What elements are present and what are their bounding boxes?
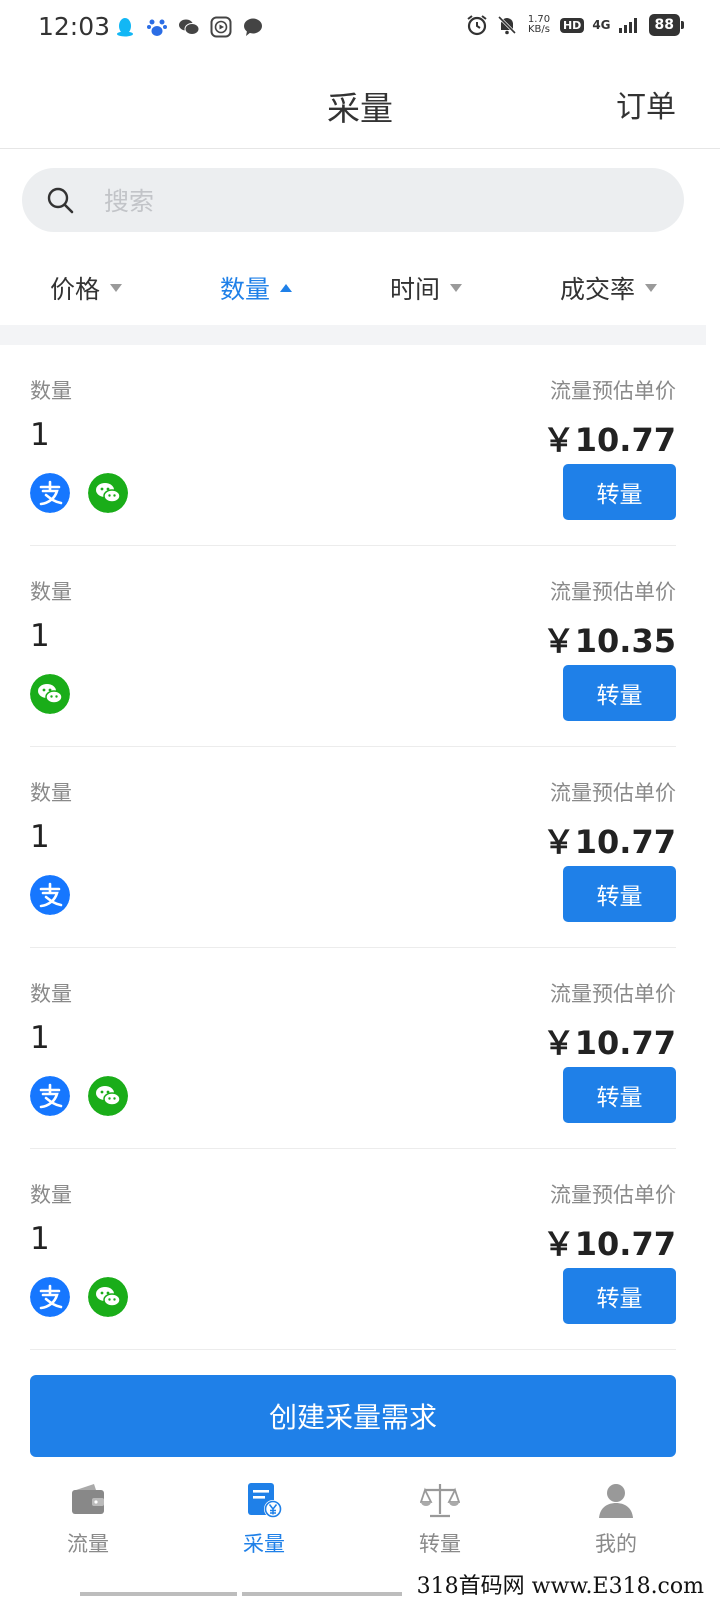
alarm-icon [467,15,487,36]
quantity-value: 1 [30,1020,50,1056]
quantity-label: 数量 [30,379,72,403]
sort-price-label: 价格 [50,275,101,304]
sort-quantity[interactable]: 数量 [220,270,293,306]
tab-traffic-label: 流量 [67,1532,109,1556]
net-speed-unit: KB/s [527,24,550,35]
signal-icon [618,18,637,33]
tab-purchase[interactable]: 采量 [194,1480,334,1558]
transfer-button[interactable]: 转量 [563,1067,676,1123]
tab-traffic[interactable]: 流量 [18,1480,158,1558]
caret-down-icon [110,284,123,292]
caret-down-icon [645,284,658,292]
quantity-label: 数量 [30,1183,72,1207]
search-input[interactable]: 搜索 [104,182,154,218]
transfer-button[interactable]: 转量 [563,464,676,520]
page-title: 采量 [327,89,393,128]
tab-mine-label: 我的 [595,1532,637,1556]
sort-quantity-label: 数量 [220,275,271,304]
person-icon [599,1484,633,1518]
price-value: ￥10.77 [542,1225,676,1263]
tab-transfer-label: 转量 [419,1532,461,1556]
price-label: 流量预估单价 [550,781,676,805]
transfer-button[interactable]: 转量 [563,665,676,721]
quantity-label: 数量 [30,580,72,604]
listing-row: 数量 1 流量预估单价 ￥10.77 转量 [30,747,676,948]
quantity-label: 数量 [30,781,72,805]
message-icon [244,18,262,36]
network-type: 4G [592,18,611,32]
section-divider [0,325,706,345]
sort-time-label: 时间 [390,275,441,304]
qq-icon [117,18,133,37]
transfer-button[interactable]: 转量 [563,866,676,922]
tab-mine[interactable]: 我的 [546,1480,686,1558]
alipay-icon [30,473,70,513]
mute-bell-icon [497,15,517,35]
price-label: 流量预估单价 [550,379,676,403]
create-purchase-request-button[interactable]: 创建采量需求 [30,1375,676,1457]
sort-deal-rate-label: 成交率 [560,275,636,304]
video-play-icon [210,16,232,38]
alipay-icon [30,1076,70,1116]
status-bar: 12:03 1.70 KB/s HD 4G 88 [0,0,720,56]
wechat-icon [30,674,70,714]
price-value: ￥10.35 [542,622,676,660]
listing-row: 数量 1 流量预估单价 ￥10.77 转量 [30,948,676,1149]
wallet-icon [72,1484,104,1514]
payment-methods [30,875,70,915]
battery-indicator: 88 [648,14,685,36]
sort-bar: 价格 数量 时间 成交率 [0,258,720,318]
caret-down-icon [450,284,463,292]
wechat-icon [88,1277,128,1317]
quantity-label: 数量 [30,982,72,1006]
payment-methods [30,674,70,714]
wechat-icon [88,473,128,513]
search-bar[interactable]: 搜索 [22,168,684,232]
listing-row: 数量 1 流量预估单价 ￥10.77 转量 [30,345,676,546]
payment-methods [30,1277,128,1317]
caret-up-icon [280,284,293,292]
listing-row: 数量 1 流量预估单价 ￥10.35 转量 [30,546,676,747]
orders-link[interactable]: 订单 [616,82,676,126]
wechat-icon [88,1076,128,1116]
notification-icons [114,16,264,38]
payment-methods [30,473,128,513]
sort-deal-rate[interactable]: 成交率 [560,270,658,306]
status-right: 1.70 KB/s HD 4G 88 [466,14,685,36]
tab-transfer[interactable]: 转量 [370,1480,510,1558]
price-value: ￥10.77 [542,421,676,459]
wechat-status-icon [179,19,200,35]
hd-badge: HD [559,17,585,33]
alipay-icon [30,1277,70,1317]
tab-purchase-label: 采量 [243,1532,285,1556]
sort-price[interactable]: 价格 [50,270,123,306]
quantity-value: 1 [30,819,50,855]
price-value: ￥10.77 [542,1024,676,1062]
status-time: 12:03 [38,12,111,41]
price-label: 流量预估单价 [550,1183,676,1207]
payment-methods [30,1076,128,1116]
sort-time[interactable]: 时间 [390,270,463,306]
document-yen-icon [248,1483,282,1518]
price-label: 流量预估单价 [550,580,676,604]
nav-bar: 采量 订单 [0,56,720,149]
quantity-value: 1 [30,417,50,453]
net-speed: 1.70 KB/s [526,15,552,35]
quantity-value: 1 [30,1221,50,1257]
alipay-icon [30,875,70,915]
transfer-button[interactable]: 转量 [563,1268,676,1324]
watermark: 318首码网 www.E318.com [412,1568,708,1600]
quantity-value: 1 [30,618,50,654]
price-value: ￥10.77 [542,823,676,861]
price-label: 流量预估单价 [550,982,676,1006]
listing-row: 数量 1 流量预估单价 ￥10.77 转量 [30,1149,676,1350]
scale-icon [420,1484,460,1518]
baidu-icon [147,19,167,36]
listing-list: 数量 1 流量预估单价 ￥10.77 转量 数量 1 流量预估单价 ￥10.35… [30,345,676,1350]
search-icon [47,187,74,214]
